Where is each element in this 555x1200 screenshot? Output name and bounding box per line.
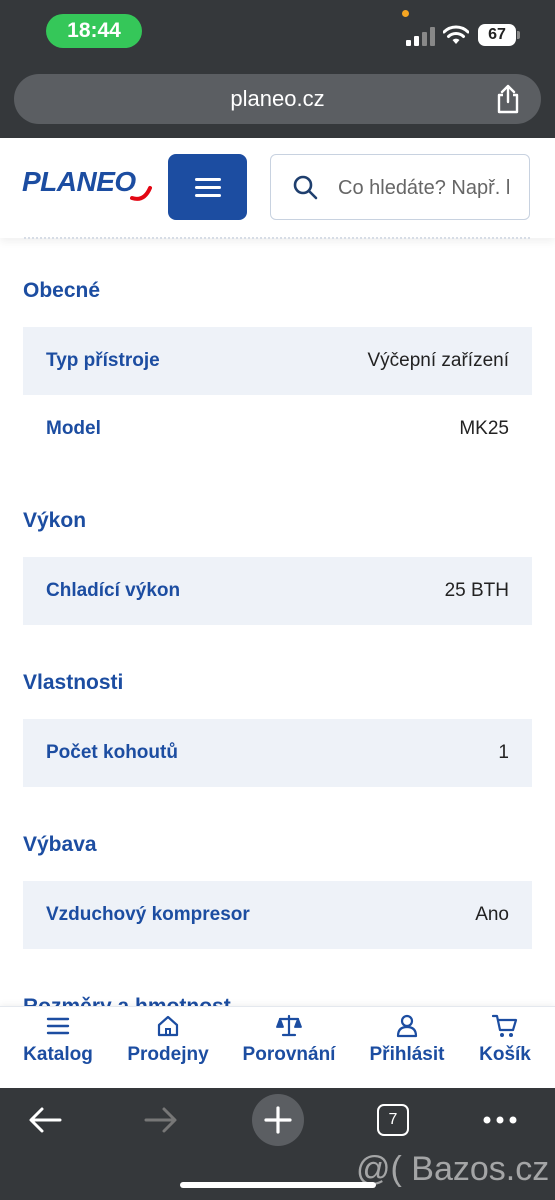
section-title-obecne: Obecné (23, 279, 101, 302)
nav-prihlasit[interactable]: Přihlásit (364, 1014, 450, 1066)
home-indicator (180, 1182, 376, 1188)
planeo-logo[interactable]: PLANEO (22, 166, 136, 198)
battery-indicator: 67 (478, 24, 516, 46)
user-icon (396, 1014, 418, 1038)
watermark: @( Bazos.cz (356, 1150, 550, 1188)
spec-value: Ano (475, 904, 509, 925)
nav-label: Katalog (23, 1044, 93, 1065)
logo-swoosh-icon (130, 186, 152, 201)
plus-icon (264, 1106, 292, 1134)
cart-icon (492, 1014, 518, 1037)
forward-arrow-icon[interactable] (144, 1106, 178, 1134)
spec-label: Typ přístroje (46, 350, 160, 371)
section-title-vlastnosti: Vlastnosti (23, 671, 124, 694)
spec-label: Počet kohoutů (46, 742, 178, 763)
spec-value: MK25 (459, 418, 509, 439)
search-icon[interactable] (292, 174, 318, 200)
spec-value: 1 (498, 742, 509, 763)
nav-porovnani[interactable]: Porovnání (238, 1014, 340, 1066)
privacy-indicator-dot (402, 10, 409, 17)
scales-icon (276, 1014, 302, 1037)
tabs-button[interactable]: 7 (377, 1104, 409, 1136)
spec-label: Model (46, 418, 101, 439)
status-time: 18:44 (46, 14, 142, 48)
spec-row: Model MK25 (23, 395, 532, 463)
more-options-icon[interactable] (483, 1116, 517, 1124)
spec-value: Výčepní zařízení (367, 350, 509, 371)
nav-label: Přihlásit (369, 1044, 445, 1065)
back-arrow-icon[interactable] (28, 1106, 62, 1134)
spec-row: Chladící výkon 25 BTH (23, 557, 532, 625)
section-title-vybava: Výbava (23, 833, 97, 856)
nav-kosik[interactable]: Košík (474, 1014, 536, 1066)
spec-row: Počet kohoutů 1 (23, 719, 532, 787)
home-icon (157, 1015, 179, 1037)
cellular-signal-icon (406, 26, 436, 46)
new-tab-button[interactable] (252, 1094, 304, 1146)
section-title-vykon: Výkon (23, 509, 87, 532)
nav-katalog[interactable]: Katalog (18, 1014, 98, 1066)
header-divider (24, 237, 530, 239)
search-input[interactable] (338, 168, 510, 208)
spec-label: Chladící výkon (46, 580, 181, 601)
nav-prodejny[interactable]: Prodejny (122, 1014, 214, 1066)
menu-button[interactable] (168, 154, 247, 220)
nav-label: Prodejny (127, 1044, 209, 1065)
share-icon[interactable] (494, 84, 522, 114)
battery-tip (517, 31, 520, 39)
spec-row: Vzduchový kompresor Ano (23, 881, 532, 949)
nav-label: Košík (479, 1044, 531, 1065)
spec-value: 25 BTH (444, 580, 509, 601)
spec-label: Vzduchový kompresor (46, 904, 250, 925)
address-url[interactable]: planeo.cz (14, 74, 541, 124)
menu-icon (46, 1017, 70, 1035)
nav-label: Porovnání (242, 1044, 336, 1065)
wifi-icon (443, 25, 469, 44)
spec-row: Typ přístroje Výčepní zařízení (23, 327, 532, 395)
